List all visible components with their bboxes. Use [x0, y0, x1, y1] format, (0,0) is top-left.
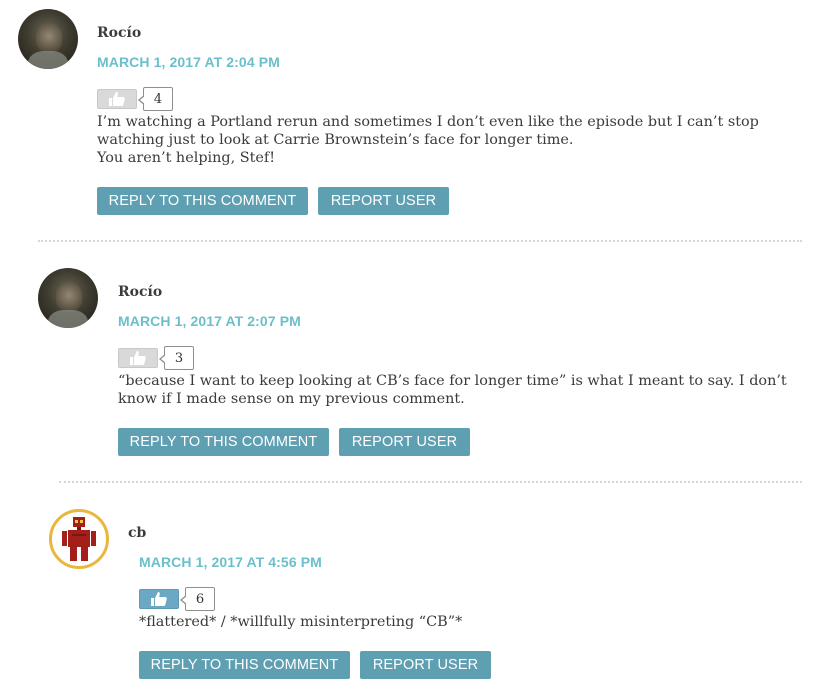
comment-body: “because I want to keep looking at CB’s …: [118, 372, 798, 408]
user-avatar[interactable]: [18, 9, 78, 69]
avatar-shirt: [48, 310, 88, 328]
report-user-button[interactable]: REPORT USER: [339, 428, 470, 456]
robot-icon: [62, 517, 96, 561]
comment-date-link[interactable]: MARCH 1, 2017 AT 4:56 PM: [139, 554, 322, 570]
thumbs-up-icon: [130, 351, 146, 365]
comment-date-link[interactable]: MARCH 1, 2017 AT 2:04 PM: [97, 54, 280, 70]
comment-paragraph: “because I want to keep looking at CB’s …: [118, 373, 787, 407]
like-button[interactable]: [139, 589, 179, 609]
comment-paragraph: I’m watching a Portland rerun and someti…: [97, 114, 759, 148]
reply-button[interactable]: REPLY TO THIS COMMENT: [97, 187, 308, 215]
avatar-shirt: [28, 51, 68, 69]
like-widget: 3: [118, 346, 194, 370]
comment-body: *flattered* / *willfully misinterpreting…: [139, 613, 819, 631]
like-button[interactable]: [97, 89, 137, 109]
reply-button[interactable]: REPLY TO THIS COMMENT: [118, 428, 329, 456]
comment-author[interactable]: cb: [128, 525, 146, 541]
report-user-button[interactable]: REPORT USER: [318, 187, 449, 215]
like-count: 6: [180, 587, 215, 611]
like-button[interactable]: [118, 348, 158, 368]
thumbs-up-icon: [109, 92, 125, 106]
comment-date-link[interactable]: MARCH 1, 2017 AT 2:07 PM: [118, 313, 301, 329]
comment-body: I’m watching a Portland rerun and someti…: [97, 113, 777, 167]
comment-author[interactable]: Rocío: [97, 25, 141, 41]
user-avatar[interactable]: [38, 268, 98, 328]
avatar-face: [36, 23, 62, 53]
avatar-face: [56, 282, 82, 312]
thumbs-up-icon: [151, 592, 167, 606]
comment-paragraph: *flattered* / *willfully misinterpreting…: [139, 614, 463, 630]
comment-paragraph: You aren’t helping, Stef!: [97, 150, 276, 166]
comment-author[interactable]: Rocío: [118, 284, 162, 300]
reply-button[interactable]: REPLY TO THIS COMMENT: [139, 651, 350, 679]
like-count: 3: [159, 346, 194, 370]
like-widget: 4: [97, 87, 173, 111]
comment-divider: [59, 481, 802, 483]
report-user-button[interactable]: REPORT USER: [360, 651, 491, 679]
like-count: 4: [138, 87, 173, 111]
comment-divider: [38, 240, 802, 242]
like-widget: 6: [139, 587, 215, 611]
robot-avatar[interactable]: [49, 509, 109, 569]
